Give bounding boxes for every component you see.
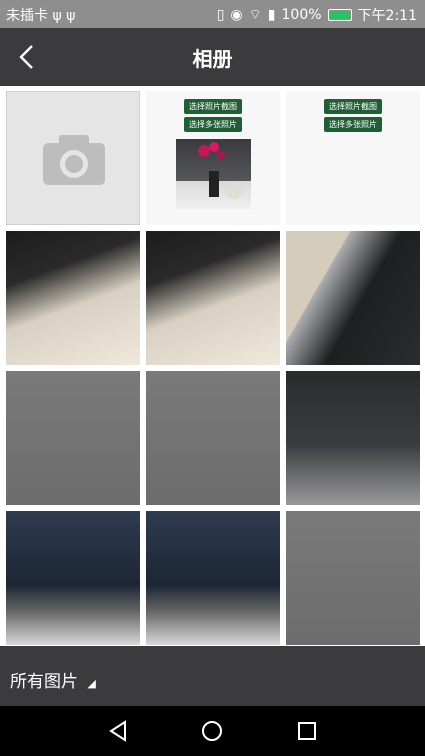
flower-thumbnail bbox=[176, 139, 251, 209]
select-screenshot-button[interactable]: 选择照片截图 bbox=[184, 99, 242, 114]
square-recents-icon[interactable] bbox=[295, 719, 319, 743]
carrier-label: 未插卡 bbox=[6, 8, 48, 24]
usb-icon: ψ ψ bbox=[52, 8, 76, 24]
header-bar: 相册 bbox=[0, 28, 425, 86]
page-title: 相册 bbox=[192, 47, 233, 71]
photo-tile[interactable] bbox=[146, 371, 280, 505]
camera-tile[interactable] bbox=[6, 91, 140, 225]
album-label: 所有图片 bbox=[10, 672, 78, 692]
triangle-back-icon[interactable] bbox=[106, 719, 130, 743]
photo-tile-flowers[interactable]: 选择照片截图 选择多张照片 bbox=[146, 91, 280, 225]
bottom-bar: 所有图片 ◢ bbox=[0, 646, 425, 706]
photo-tile[interactable] bbox=[146, 231, 280, 365]
triangle-up-icon: ◢ bbox=[87, 677, 96, 690]
vibrate-icon: ▯ bbox=[216, 7, 225, 23]
photo-tile[interactable] bbox=[6, 371, 140, 505]
circle-home-icon[interactable] bbox=[200, 719, 224, 743]
select-screenshot-button-2[interactable]: 选择照片截图 bbox=[324, 99, 382, 114]
wifi-icon: ⌔ bbox=[248, 7, 262, 23]
android-nav-bar bbox=[0, 706, 425, 756]
photo-tile[interactable] bbox=[146, 511, 280, 645]
photo-tile[interactable] bbox=[6, 511, 140, 645]
album-selector[interactable]: 所有图片 ◢ bbox=[10, 667, 96, 692]
photo-tile[interactable] bbox=[286, 371, 420, 505]
eye-icon: ◉ bbox=[230, 7, 243, 23]
flower-vase-image bbox=[198, 142, 243, 199]
clock: 下午2:11 bbox=[357, 8, 417, 24]
photo-grid: 选择照片截图 选择多张照片 选择照片截图 选择多张照片 bbox=[0, 86, 425, 646]
status-bar: 未插卡 ψ ψ ▯ ◉ ⌔ ▮ 100% 下午2:11 bbox=[0, 0, 425, 28]
sim-icon: ▮ bbox=[267, 7, 276, 23]
battery-percent: 100% bbox=[281, 7, 322, 23]
select-multiple-button-2[interactable]: 选择多张照片 bbox=[324, 117, 382, 132]
camera-icon bbox=[43, 135, 105, 185]
select-multiple-button[interactable]: 选择多张照片 bbox=[184, 117, 242, 132]
battery-icon bbox=[327, 9, 352, 21]
photo-tile[interactable] bbox=[6, 231, 140, 365]
photo-tile[interactable] bbox=[286, 231, 420, 365]
blank-tile[interactable]: 选择照片截图 选择多张照片 bbox=[286, 91, 420, 225]
photo-tile[interactable] bbox=[286, 511, 420, 645]
